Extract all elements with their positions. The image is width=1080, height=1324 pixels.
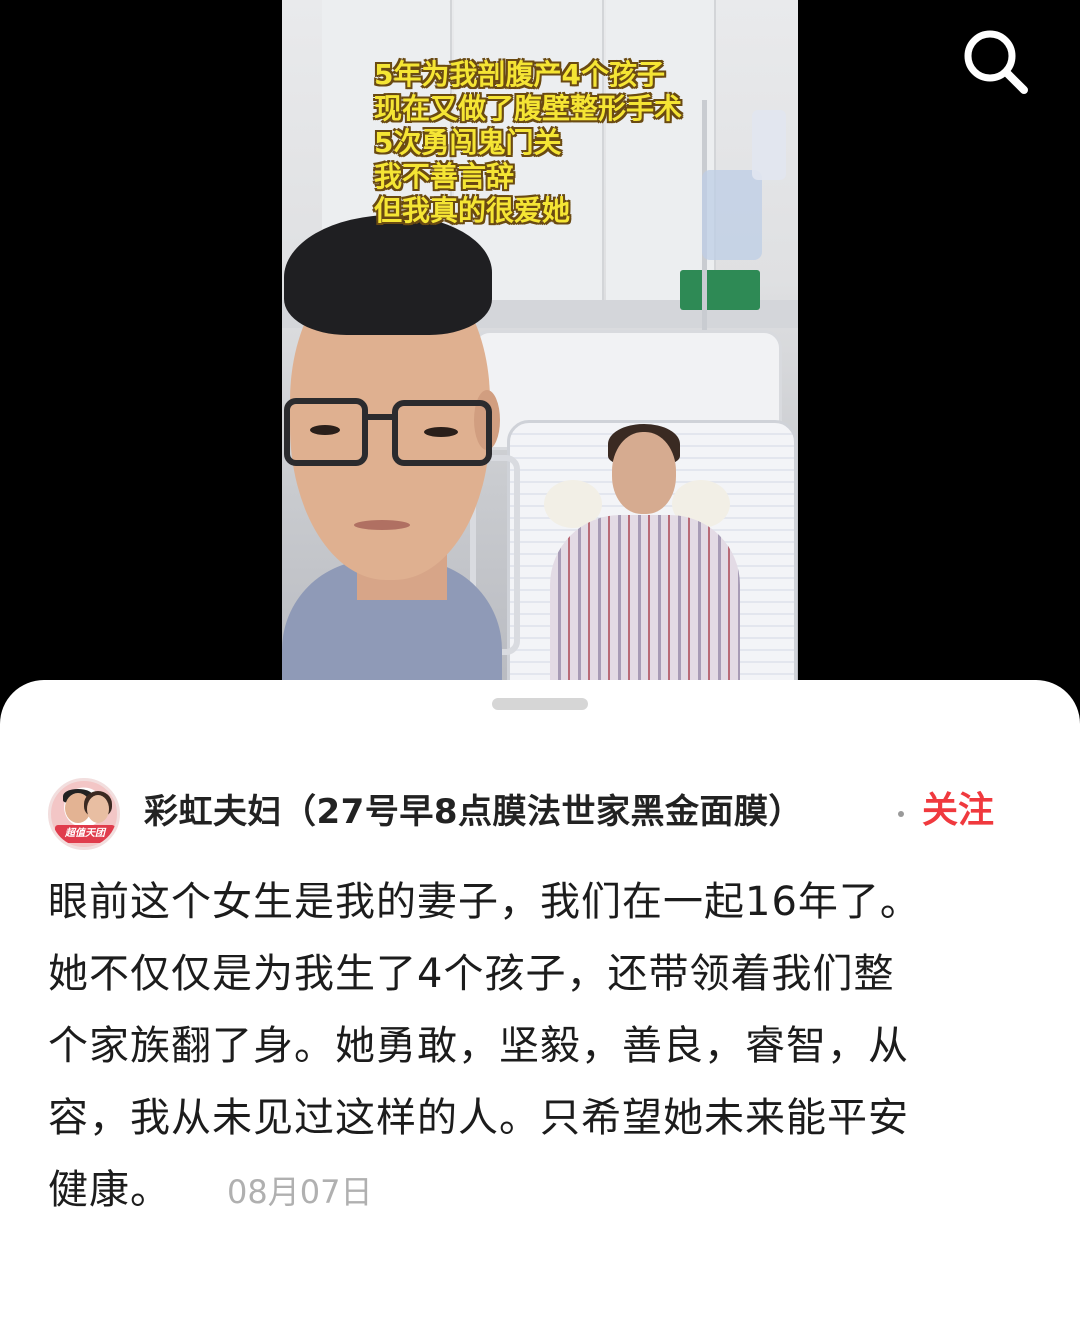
caption-line: 我不善言辞: [374, 160, 515, 193]
sheet-drag-handle[interactable]: [492, 698, 588, 710]
man-hair: [284, 215, 492, 335]
follow-button[interactable]: 关注: [922, 788, 994, 834]
video-caption: 5年为我剖腹产4个孩子 现在又做了腹壁整形手术 5次勇闯鬼门关 我不善言辞 但我…: [374, 58, 714, 228]
post-body-line: 个家族翻了身。她勇敢，坚毅，善良，睿智，从: [48, 1023, 909, 1069]
post-media-image[interactable]: 5年为我剖腹产4个孩子 现在又做了腹壁整形手术 5次勇闯鬼门关 我不善言辞 但我…: [282, 0, 798, 700]
caption-line: 5年为我剖腹产4个孩子: [374, 58, 665, 91]
caption-line: 5次勇闯鬼门关: [374, 126, 562, 159]
author-name[interactable]: 彩虹夫妇（27号早8点膜法世家黑金面膜）: [144, 790, 803, 834]
caption-line: 但我真的很爱她: [374, 194, 571, 227]
medical-outlet: [680, 270, 760, 310]
author-row: 超值天团 彩虹夫妇（27号早8点膜法世家黑金面膜） 关注: [48, 778, 1038, 852]
post-date: 08月07日: [227, 1173, 373, 1211]
post-body-last-line: 健康。 08月07日: [48, 1154, 1028, 1228]
avatar-figure: [87, 795, 109, 823]
man-mouth: [354, 520, 410, 530]
post-body-line: 健康。: [48, 1167, 171, 1213]
glasses-lens: [284, 398, 368, 466]
avatar[interactable]: 超值天团: [48, 778, 120, 850]
caption-line: 现在又做了腹壁整形手术: [374, 92, 683, 125]
post-body-line: 容，我从未见过这样的人。只希望她未来能平安: [48, 1095, 909, 1141]
search-button[interactable]: [958, 24, 1034, 100]
patient-gown: [550, 515, 740, 700]
search-icon: [964, 30, 1028, 94]
separator-dot: [898, 811, 904, 817]
iv-bag: [752, 110, 786, 180]
glasses-lens: [392, 400, 492, 466]
patient-face: [612, 432, 676, 514]
glasses-bridge: [366, 414, 394, 420]
post-detail-sheet: 超值天团 彩虹夫妇（27号早8点膜法世家黑金面膜） 关注 眼前这个女生是我的妻子…: [0, 680, 1080, 1324]
avatar-badge: 超值天团: [55, 825, 115, 843]
bottom-area: [0, 1286, 1080, 1324]
post-body-line: 她不仅仅是为我生了4个孩子，还带领着我们整: [48, 951, 895, 997]
post-body-line: 眼前这个女生是我的妻子，我们在一起16年了。: [48, 879, 921, 925]
post-body: 眼前这个女生是我的妻子，我们在一起16年了。 她不仅仅是为我生了4个孩子，还带领…: [48, 866, 1028, 1228]
